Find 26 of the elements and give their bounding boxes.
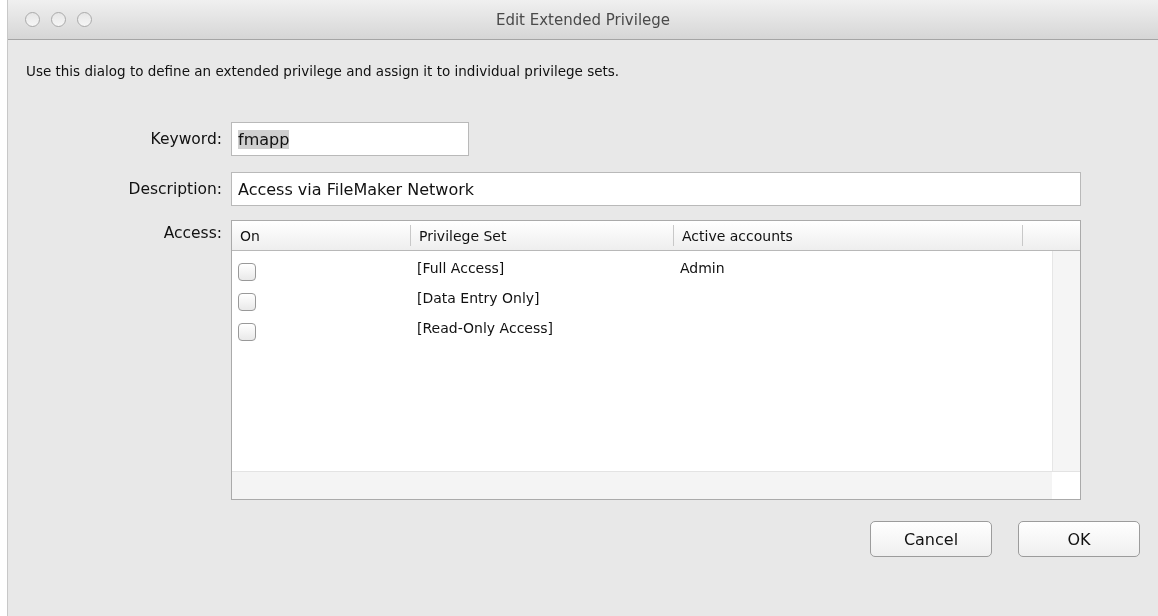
- column-header[interactable]: On: [232, 225, 411, 246]
- input-field[interactable]: fmapp: [231, 122, 469, 156]
- column-header[interactable]: Privilege Set: [411, 225, 674, 246]
- column-header[interactable]: Active accounts: [674, 225, 1023, 246]
- field-value: Access via FileMaker Network: [238, 179, 475, 199]
- checkbox[interactable]: [238, 323, 256, 341]
- scroll-bar[interactable]: [232, 472, 1052, 499]
- intro-text: Use this dialog to define an extended privilege and assign it to individual privilege sets.: [26, 63, 621, 79]
- input-field[interactable]: Access via FileMaker Network: [231, 172, 1081, 206]
- scroll-bar[interactable]: [1052, 251, 1080, 471]
- zoom-icon[interactable]: [77, 12, 92, 27]
- table-cell: [Full Access]: [417, 260, 505, 276]
- checkbox[interactable]: [238, 263, 256, 281]
- close-icon[interactable]: [25, 12, 40, 27]
- table-cell: Admin: [680, 260, 725, 276]
- field-label: Description:: [127, 180, 222, 198]
- checkbox[interactable]: [238, 293, 256, 311]
- field-label: Keyword:: [149, 130, 222, 148]
- table-cell: [Read-Only Access]: [417, 320, 553, 336]
- dialog-button[interactable]: OK: [1018, 521, 1140, 557]
- field-label: Access:: [162, 224, 222, 242]
- dialog-button[interactable]: Cancel: [870, 521, 992, 557]
- minimize-icon[interactable]: [51, 12, 66, 27]
- field-value: fmapp: [238, 129, 290, 149]
- table-cell: [Data Entry Only]: [417, 290, 540, 306]
- window-title: Edit Extended Privilege: [495, 10, 671, 29]
